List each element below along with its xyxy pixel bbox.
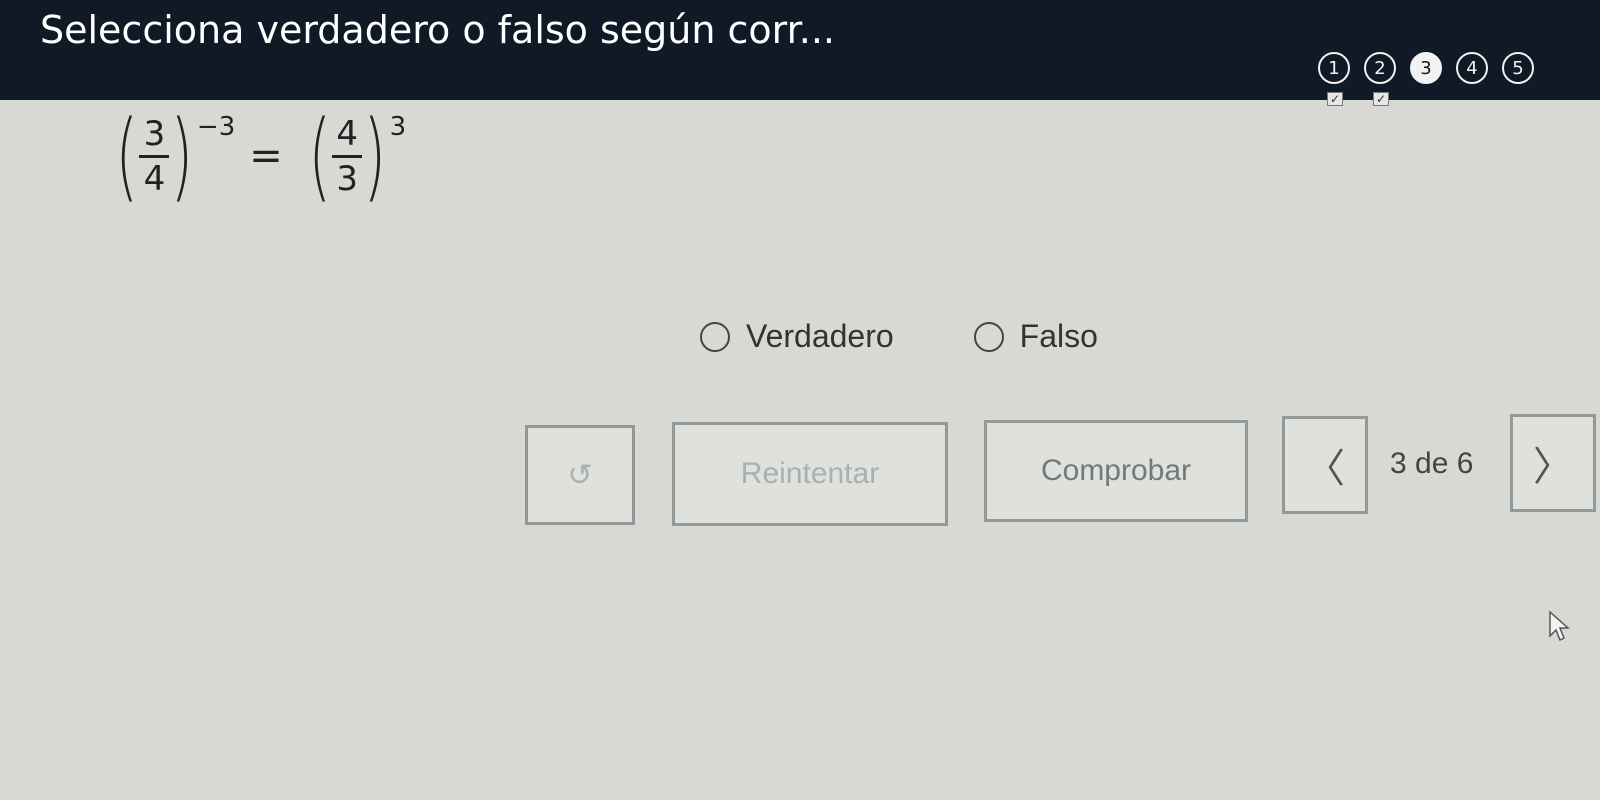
- fraction-bar: [139, 154, 170, 158]
- option-falso-label: Falso: [1019, 318, 1098, 354]
- left-exponent: −3: [196, 112, 236, 142]
- step-4-label: 4: [1466, 57, 1478, 79]
- left-denominator: 4: [143, 158, 166, 199]
- radio-button-verdadero[interactable]: [700, 321, 730, 352]
- step-1-label: 1: [1328, 57, 1340, 79]
- step-4[interactable]: 4: [1456, 52, 1488, 84]
- step-3-label: 3: [1420, 57, 1432, 79]
- page-title: Selecciona verdadero o falso según corr.…: [40, 8, 836, 52]
- step-2[interactable]: 2 ✓: [1364, 52, 1396, 106]
- option-falso[interactable]: Falso: [973, 318, 1098, 355]
- page-indicator: 3 de 6: [1390, 447, 1474, 480]
- retry-button[interactable]: Reintentar: [672, 422, 948, 526]
- chevron-left-icon: 〈: [1305, 447, 1345, 491]
- left-paren: (: [308, 100, 331, 212]
- left-fraction: 3 4: [139, 113, 170, 199]
- left-numerator: 3: [143, 113, 166, 154]
- checkbox-icon: ✓: [1373, 92, 1389, 106]
- next-button[interactable]: 〉: [1510, 414, 1596, 512]
- right-numerator: 4: [336, 113, 359, 154]
- step-2-label: 2: [1374, 57, 1386, 79]
- step-5[interactable]: 5: [1502, 52, 1534, 84]
- undo-icon: ↺: [567, 458, 593, 492]
- prev-button[interactable]: 〈: [1282, 416, 1368, 514]
- header-bar: Selecciona verdadero o falso según corr.…: [0, 0, 1600, 106]
- step-1[interactable]: 1 ✓: [1318, 52, 1350, 106]
- checkbox-icon: ✓: [1327, 92, 1343, 106]
- undo-button[interactable]: ↺: [525, 425, 635, 525]
- question-equation: ( 3 4 ) −3 = ( 4 3 ) 3: [108, 108, 406, 204]
- left-paren: (: [115, 100, 138, 212]
- right-denominator: 3: [336, 158, 359, 199]
- option-verdadero-label: Verdadero: [746, 318, 894, 354]
- step-3[interactable]: 3: [1410, 52, 1442, 84]
- equals-sign: =: [249, 133, 283, 179]
- right-paren: ): [363, 100, 387, 212]
- right-paren: ): [170, 100, 194, 212]
- check-button[interactable]: Comprobar: [984, 420, 1248, 522]
- fraction-bar: [332, 154, 363, 158]
- step-indicator: 1 ✓ 2 ✓ 3 4 5: [1318, 52, 1534, 106]
- mouse-cursor-icon: [1549, 610, 1570, 642]
- right-exponent: 3: [389, 112, 407, 142]
- right-fraction: 4 3: [332, 113, 363, 199]
- radio-button-falso[interactable]: [973, 321, 1004, 352]
- step-5-label: 5: [1512, 57, 1524, 79]
- option-verdadero[interactable]: Verdadero: [700, 318, 894, 355]
- answer-options: Verdadero Falso: [700, 318, 1098, 355]
- chevron-right-icon: 〉: [1533, 445, 1573, 489]
